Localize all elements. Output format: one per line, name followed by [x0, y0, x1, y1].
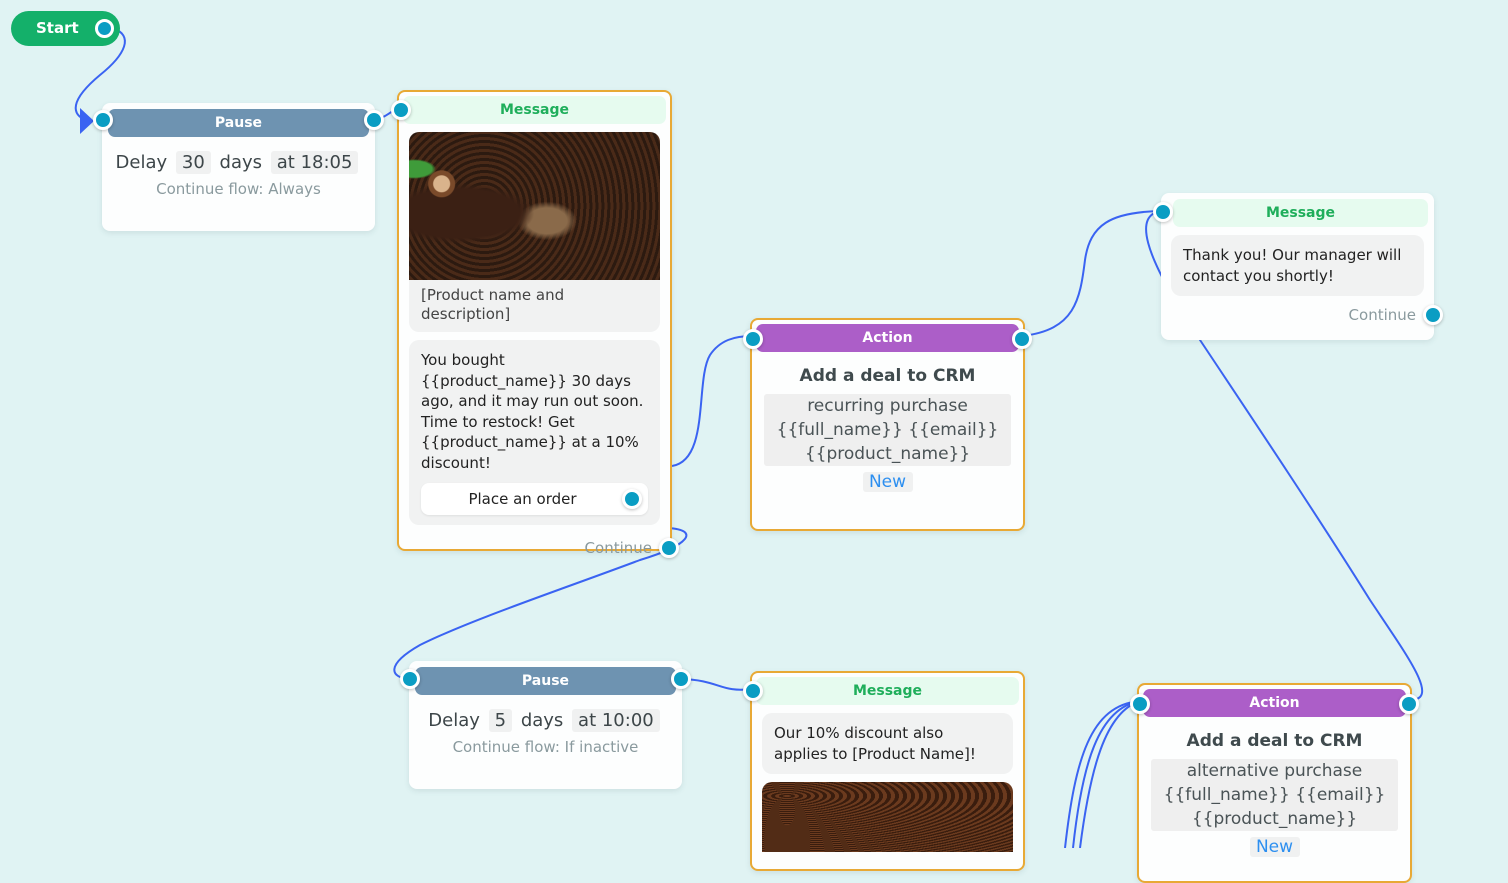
action-header: Action — [756, 324, 1019, 352]
output-port[interactable] — [1012, 329, 1032, 349]
continue-output-port[interactable] — [659, 538, 679, 558]
deal-product: {{product_name}} — [804, 444, 971, 464]
delay-time: at 18:05 — [270, 151, 359, 174]
message-text-bubble: Thank you! Our manager will contact you … — [1171, 235, 1424, 296]
deal-status-badge: New — [862, 472, 913, 492]
output-port[interactable] — [671, 669, 691, 689]
start-node[interactable]: Start — [11, 11, 120, 46]
deal-contact: {{full_name}} {{email}} — [776, 420, 999, 440]
continue-flow: Continue flow: Always — [156, 180, 321, 198]
delay-unit: days — [520, 710, 564, 731]
link-action1-to-message2 — [1021, 210, 1162, 337]
continue-label: Continue — [399, 538, 679, 558]
pause-node-2[interactable]: Pause Delay 5 days at 10:00 Continue flo… — [400, 661, 691, 789]
link-incoming-action2-b — [1072, 700, 1141, 848]
message-text-bubble: You bought {{product_name}} 30 days ago,… — [409, 340, 660, 525]
pause-header: Pause — [108, 109, 369, 137]
delay-unit: days — [219, 152, 263, 173]
link-pause2-to-message3 — [680, 678, 753, 691]
input-port[interactable] — [400, 669, 420, 689]
input-port[interactable] — [743, 329, 763, 349]
pause-node-1[interactable]: Pause Delay 30 days at 18:05 Continue fl… — [93, 103, 384, 231]
input-port[interactable] — [391, 100, 411, 120]
link-incoming-action2-c — [1079, 700, 1141, 848]
message-text-bubble: Our 10% discount also applies to [Produc… — [762, 713, 1013, 774]
deal-product: {{product_name}} — [1191, 809, 1358, 829]
deal-status-badge: New — [1249, 837, 1300, 857]
continue-flow: Continue flow: If inactive — [452, 738, 639, 756]
deal-name: alternative purchase — [1186, 761, 1363, 781]
pause-header: Pause — [415, 667, 676, 695]
action-node-2[interactable]: Action Add a deal to CRM alternative pur… — [1130, 683, 1419, 883]
delay-label: Delay — [428, 710, 480, 731]
start-output-port[interactable] — [95, 19, 114, 38]
deal-contact: {{full_name}} {{email}} — [1163, 785, 1386, 805]
message-node-3[interactable]: Message Our 10% discount also applies to… — [743, 671, 1025, 871]
action-node-1[interactable]: Action Add a deal to CRM recurring purch… — [743, 318, 1032, 531]
delay-time: at 10:00 — [572, 709, 660, 732]
delay-label: Delay — [115, 152, 168, 173]
input-port[interactable] — [743, 681, 763, 701]
delay-value: 30 — [175, 151, 211, 174]
continue-output-port[interactable] — [1423, 305, 1443, 325]
link-order-to-action1 — [671, 335, 753, 467]
action-title: Add a deal to CRM — [799, 366, 976, 386]
product-image — [409, 132, 660, 280]
coffee-beans-image — [762, 782, 1013, 852]
message-header: Message — [403, 96, 666, 124]
continue-text: Continue — [1348, 306, 1416, 324]
action-header: Action — [1143, 689, 1406, 717]
delay-row: Delay 5 days at 10:00 — [409, 709, 682, 732]
deal-details: recurring purchase {{full_name}} {{email… — [764, 394, 1011, 466]
deal-details: alternative purchase {{full_name}} {{ema… — [1151, 759, 1398, 831]
button-label: Place an order — [468, 490, 577, 508]
output-port[interactable] — [364, 110, 384, 130]
message-text: You bought {{product_name}} 30 days ago,… — [421, 351, 644, 472]
link-incoming-action2-a — [1064, 700, 1141, 848]
input-port[interactable] — [93, 110, 113, 130]
action-title: Add a deal to CRM — [1186, 731, 1363, 751]
input-port[interactable] — [1153, 202, 1173, 222]
input-port[interactable] — [1130, 694, 1150, 714]
message-node-1[interactable]: Message [Product name and description] Y… — [391, 90, 679, 558]
deal-name: recurring purchase — [807, 396, 968, 416]
continue-label: Continue — [1161, 305, 1443, 325]
delay-value: 5 — [488, 709, 513, 732]
button-output-port[interactable] — [622, 489, 642, 509]
continue-text: Continue — [584, 539, 652, 557]
start-label: Start — [36, 19, 79, 37]
delay-row: Delay 30 days at 18:05 — [102, 151, 375, 174]
place-order-button[interactable]: Place an order — [421, 483, 648, 515]
message-node-2[interactable]: Message Thank you! Our manager will cont… — [1153, 193, 1443, 340]
message-header: Message — [756, 677, 1019, 705]
product-caption: [Product name and description] — [409, 280, 660, 332]
output-port[interactable] — [1399, 694, 1419, 714]
arrowhead-icon — [80, 108, 94, 134]
message-header: Message — [1173, 199, 1428, 227]
